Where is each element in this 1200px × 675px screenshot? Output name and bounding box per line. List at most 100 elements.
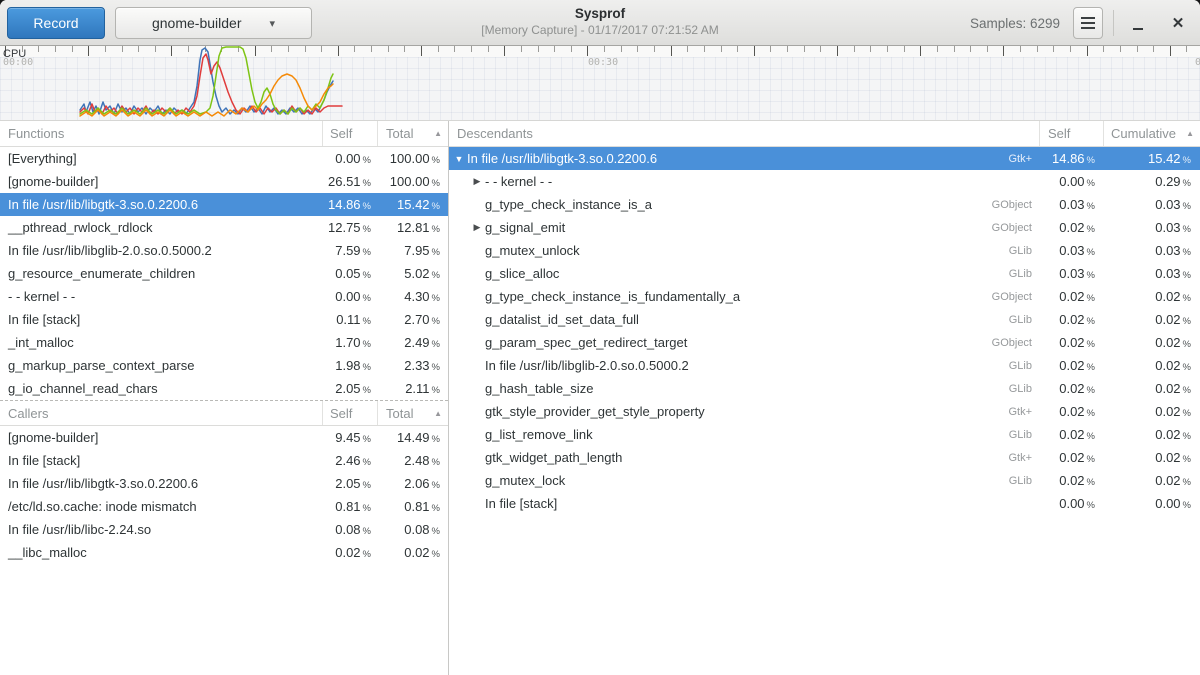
process-selector-dropdown[interactable]: gnome-builder ▾ xyxy=(115,7,312,39)
callers-column-header[interactable]: Callers xyxy=(0,401,322,425)
table-row[interactable]: /etc/ld.so.cache: inode mismatch0.81%0.8… xyxy=(0,495,448,518)
function-name: In file [stack] xyxy=(0,312,322,327)
function-name: - - kernel - - xyxy=(485,174,552,189)
table-row[interactable]: - - kernel - -0.00%4.30% xyxy=(0,285,448,308)
tree-row[interactable]: g_type_check_instance_is_aGObject0.03%0.… xyxy=(449,193,1200,216)
tree-row[interactable]: In file /usr/lib/libglib-2.0.so.0.5000.2… xyxy=(449,354,1200,377)
table-row[interactable]: In file /usr/lib/libgtk-3.so.0.2200.62.0… xyxy=(0,472,448,495)
tree-row[interactable]: gtk_widget_path_lengthGtk+0.02%0.02% xyxy=(449,446,1200,469)
tree-row[interactable]: gtk_style_provider_get_style_propertyGtk… xyxy=(449,400,1200,423)
percent-value: 0.02% xyxy=(1103,335,1200,350)
percent-value: 0.02% xyxy=(1039,473,1103,488)
tree-row[interactable]: In file [stack]0.00%0.00% xyxy=(449,492,1200,515)
self-column-header[interactable]: Self xyxy=(1039,121,1103,146)
percent-value: 0.03% xyxy=(1103,243,1200,258)
tree-row[interactable]: g_mutex_unlockGLib0.03%0.03% xyxy=(449,239,1200,262)
library-badge: GLib xyxy=(1009,475,1039,487)
descendant-name-cell: g_hash_table_size xyxy=(449,381,1009,396)
descendants-column-header[interactable]: Descendants xyxy=(449,121,1039,146)
total-column-header[interactable]: Total ▲ xyxy=(377,401,448,425)
table-row[interactable]: g_resource_enumerate_children0.05%5.02% xyxy=(0,262,448,285)
tree-row[interactable]: g_type_check_instance_is_fundamentally_a… xyxy=(449,285,1200,308)
percent-value: 100.00% xyxy=(377,174,448,189)
percent-value: 0.00% xyxy=(322,289,377,304)
table-row[interactable]: __libc_malloc0.02%0.02% xyxy=(0,541,448,564)
percent-value: 0.02% xyxy=(322,545,377,560)
triangle-right-icon[interactable]: ▶ xyxy=(471,176,483,187)
cumulative-column-label: Cumulative xyxy=(1111,126,1176,141)
function-name: [Everything] xyxy=(0,151,322,166)
function-name: g_markup_parse_context_parse xyxy=(0,358,322,373)
tree-row[interactable]: g_hash_table_sizeGLib0.02%0.02% xyxy=(449,377,1200,400)
percent-value: 0.02% xyxy=(1039,220,1103,235)
tree-row[interactable]: g_slice_allocGLib0.03%0.03% xyxy=(449,262,1200,285)
function-name: gtk_style_provider_get_style_property xyxy=(485,404,705,419)
table-row[interactable]: g_io_channel_read_chars2.05%2.11% xyxy=(0,377,448,400)
tree-row[interactable]: g_list_remove_linkGLib0.02%0.02% xyxy=(449,423,1200,446)
minimize-icon xyxy=(1133,28,1143,30)
library-badge: GLib xyxy=(1009,245,1039,257)
triangle-down-icon[interactable]: ▼ xyxy=(453,154,465,164)
descendant-name-cell: In file [stack] xyxy=(449,496,1032,511)
library-badge: GLib xyxy=(1009,314,1039,326)
timeline-label-mid: 00:30 xyxy=(588,57,618,68)
tree-row[interactable]: ▼In file /usr/lib/libgtk-3.so.0.2200.6Gt… xyxy=(449,147,1200,170)
functions-column-header[interactable]: Functions xyxy=(0,121,322,146)
function-name: /etc/ld.so.cache: inode mismatch xyxy=(0,499,322,514)
descendant-name-cell: g_param_spec_get_redirect_target xyxy=(449,335,992,350)
descendant-name-cell: g_datalist_id_set_data_full xyxy=(449,312,1009,327)
function-name: In file /usr/lib/libglib-2.0.so.0.5000.2 xyxy=(0,243,322,258)
table-row[interactable]: [Everything]0.00%100.00% xyxy=(0,147,448,170)
descendant-name-cell: gtk_widget_path_length xyxy=(449,450,1008,465)
table-row[interactable]: In file /usr/lib/libglib-2.0.so.0.5000.2… xyxy=(0,239,448,262)
percent-value: 0.02% xyxy=(1103,473,1200,488)
total-column-header[interactable]: Total ▲ xyxy=(377,121,448,146)
record-button[interactable]: Record xyxy=(7,7,105,39)
menu-button[interactable] xyxy=(1073,7,1103,39)
percent-value: 0.03% xyxy=(1103,220,1200,235)
sort-arrow-up-icon: ▲ xyxy=(434,129,442,138)
percent-value: 15.42% xyxy=(1103,151,1200,166)
tree-row[interactable]: ▶- - kernel - -0.00%0.29% xyxy=(449,170,1200,193)
cpu-timeline[interactable]: CPU 00:00 00:30 01:00 xyxy=(0,46,1200,121)
table-row[interactable]: In file [stack]2.46%2.48% xyxy=(0,449,448,472)
tree-row[interactable]: ▶g_signal_emitGObject0.02%0.03% xyxy=(449,216,1200,239)
table-row[interactable]: [gnome-builder]9.45%14.49% xyxy=(0,426,448,449)
function-name: __pthread_rwlock_rdlock xyxy=(0,220,322,235)
tree-row[interactable]: g_mutex_lockGLib0.02%0.02% xyxy=(449,469,1200,492)
table-row[interactable]: In file /usr/lib/libc-2.24.so0.08%0.08% xyxy=(0,518,448,541)
chevron-down-icon: ▾ xyxy=(269,17,275,30)
function-name: _int_malloc xyxy=(0,335,322,350)
table-row[interactable]: In file /usr/lib/libgtk-3.so.0.2200.614.… xyxy=(0,193,448,216)
table-row[interactable]: g_markup_parse_context_parse1.98%2.33% xyxy=(0,354,448,377)
percent-value: 0.81% xyxy=(377,499,448,514)
tree-row[interactable]: g_param_spec_get_redirect_targetGObject0… xyxy=(449,331,1200,354)
percent-value: 0.81% xyxy=(322,499,377,514)
self-column-header[interactable]: Self xyxy=(322,121,377,146)
function-name: g_io_channel_read_chars xyxy=(0,381,322,396)
sysprof-window: Record gnome-builder ▾ Sysprof [Memory C… xyxy=(0,0,1200,675)
self-column-header[interactable]: Self xyxy=(322,401,377,425)
minimize-button[interactable] xyxy=(1122,7,1154,39)
table-row[interactable]: In file [stack]0.11%2.70% xyxy=(0,308,448,331)
library-badge: Gtk+ xyxy=(1008,452,1039,464)
triangle-right-icon[interactable]: ▶ xyxy=(471,222,483,233)
cumulative-column-header[interactable]: Cumulative ▲ xyxy=(1103,121,1200,146)
timeline-label-end: 01:00 xyxy=(1195,57,1200,68)
tree-row[interactable]: g_datalist_id_set_data_fullGLib0.02%0.02… xyxy=(449,308,1200,331)
descendant-name-cell: g_type_check_instance_is_fundamentally_a xyxy=(449,289,992,304)
table-row[interactable]: [gnome-builder]26.51%100.00% xyxy=(0,170,448,193)
percent-value: 2.46% xyxy=(322,453,377,468)
close-button[interactable]: ✕ xyxy=(1162,7,1194,39)
percent-value: 14.86% xyxy=(322,197,377,212)
percent-value: 5.02% xyxy=(377,266,448,281)
library-badge: GObject xyxy=(992,199,1039,211)
table-row[interactable]: __pthread_rwlock_rdlock12.75%12.81% xyxy=(0,216,448,239)
table-row[interactable]: _int_malloc1.70%2.49% xyxy=(0,331,448,354)
callers-table-header: Callers Self Total ▲ xyxy=(0,400,448,426)
percent-value: 0.03% xyxy=(1103,197,1200,212)
process-selector-value: gnome-builder xyxy=(152,15,242,31)
percent-value: 0.02% xyxy=(1039,289,1103,304)
function-name: In file /usr/lib/libgtk-3.so.0.2200.6 xyxy=(0,197,322,212)
descendant-name-cell: ▶g_signal_emit xyxy=(449,220,992,235)
